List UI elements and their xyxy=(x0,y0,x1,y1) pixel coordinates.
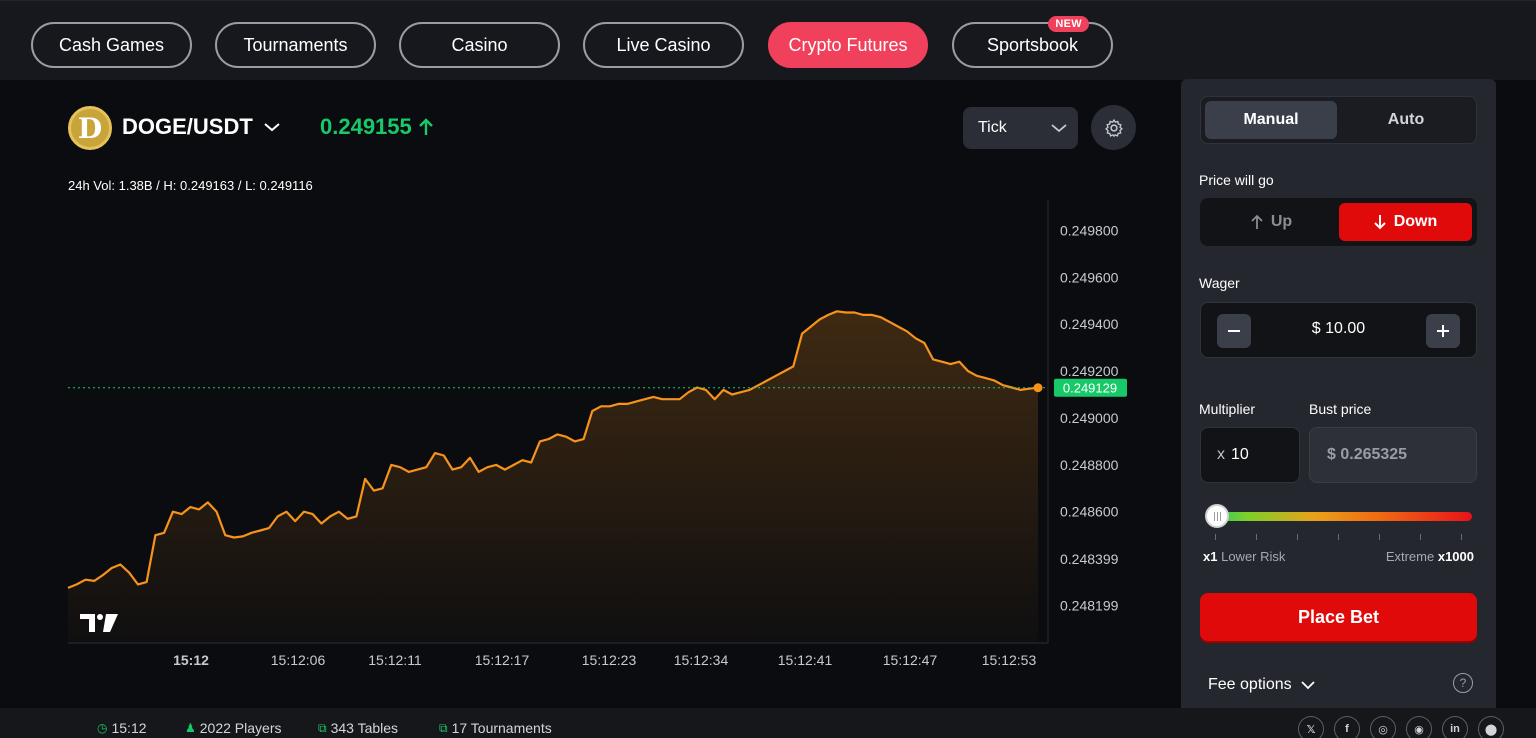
user-icon: ♟ xyxy=(185,721,196,735)
x-tick-label: 15:12:53 xyxy=(982,652,1037,668)
bust-price-label: Bust price xyxy=(1309,401,1372,417)
multiplier-label: Multiplier xyxy=(1199,401,1256,417)
up-label: Up xyxy=(1270,213,1293,230)
y-tick-label: 0.249400 xyxy=(1060,316,1119,332)
status-bar: ◷ 15:12 ♟ 2022 Players ⧉ 343 Tables ⧉ 17… xyxy=(0,708,1536,738)
footer-time-value: 15:12 xyxy=(111,720,147,736)
y-tick-label: 0.249800 xyxy=(1060,222,1119,238)
multiplier-slider-handle[interactable] xyxy=(1205,504,1229,528)
y-tick-label: 0.248800 xyxy=(1060,457,1119,473)
slider-tick xyxy=(1338,534,1339,540)
fee-options-toggle[interactable]: Fee options xyxy=(1208,676,1316,694)
risk-low-mult: x1 xyxy=(1203,549,1218,564)
slider-tick xyxy=(1379,534,1380,540)
price-area-fill xyxy=(68,311,1038,643)
linkedin-icon[interactable]: in xyxy=(1442,716,1468,738)
risk-low-label: Lower Risk xyxy=(1221,549,1286,564)
slider-tick xyxy=(1461,534,1462,540)
x-tick-label: 15:12:34 xyxy=(674,652,729,668)
footer-players-value: 2022 Players xyxy=(199,720,282,736)
direction-label: Price will go xyxy=(1199,172,1274,188)
multiplier-prefix: x xyxy=(1217,446,1225,463)
trophy-icon: ⧉ xyxy=(439,720,448,735)
minus-icon xyxy=(1228,330,1240,332)
wager-increase-button[interactable] xyxy=(1426,314,1460,348)
footer-tables-value: 343 Tables xyxy=(330,720,399,736)
x-tick-label: 15:12:47 xyxy=(883,652,938,668)
price-chart[interactable]: 0.249129 0.249800 0.249600 0.249400 0.249200… xyxy=(0,0,1180,708)
x-social-icon[interactable]: 𝕏 xyxy=(1298,716,1324,738)
y-tick-label: 0.249200 xyxy=(1060,363,1119,379)
slider-tick xyxy=(1420,534,1421,540)
discord-icon[interactable]: ◉ xyxy=(1406,716,1432,738)
x-tick-label: 15:12:06 xyxy=(271,652,326,668)
risk-high: Extreme x1000 xyxy=(1386,549,1474,564)
risk-high-mult: x1000 xyxy=(1437,549,1474,564)
y-tick-label: 0.248600 xyxy=(1060,504,1119,520)
wager-label: Wager xyxy=(1199,275,1240,291)
multiplier-input[interactable]: x 10 xyxy=(1200,427,1300,483)
chevron-down-icon xyxy=(1300,681,1315,690)
current-price-tag-label: 0.249129 xyxy=(1063,381,1117,396)
wager-input[interactable]: $ 10.00 xyxy=(1200,302,1477,358)
wager-decrease-button[interactable] xyxy=(1217,314,1251,348)
mode-auto-button[interactable]: Auto xyxy=(1340,101,1472,139)
x-tick-label: 15:12:41 xyxy=(778,652,833,668)
y-tick-label: 0.249600 xyxy=(1060,269,1119,285)
footer-time: ◷ 15:12 xyxy=(97,720,147,736)
mode-manual-button[interactable]: Manual xyxy=(1205,101,1337,139)
mode-toggle: Manual Auto xyxy=(1200,96,1477,144)
direction-toggle: Up Down xyxy=(1200,198,1477,246)
risk-low: x1 Lower Risk xyxy=(1203,549,1285,564)
arrow-up-icon xyxy=(1251,214,1263,229)
risk-high-label: Extreme xyxy=(1385,549,1435,564)
clock-icon: ◷ xyxy=(97,721,108,735)
reddit-icon[interactable]: ⬤ xyxy=(1478,716,1504,738)
x-tick-label: 15:12:17 xyxy=(475,652,530,668)
bust-price-field: $ 0.265325 xyxy=(1309,427,1477,483)
footer-tables: ⧉ 343 Tables xyxy=(318,720,398,736)
facebook-icon[interactable]: f xyxy=(1334,716,1360,738)
multiplier-value: 10 xyxy=(1231,446,1249,463)
down-button[interactable]: Down xyxy=(1339,203,1472,241)
cards-icon: ⧉ xyxy=(318,720,327,735)
bet-panel: Manual Auto Price will go Up Down Wager … xyxy=(1181,79,1496,708)
place-bet-button[interactable]: Place Bet xyxy=(1200,593,1477,641)
plus-icon xyxy=(1437,325,1449,337)
footer-tournaments-value: 17 Tournaments xyxy=(451,720,552,736)
multiplier-slider-track[interactable] xyxy=(1207,512,1472,521)
footer-tournaments: ⧉ 17 Tournaments xyxy=(439,720,552,736)
y-tick-label: 0.248399 xyxy=(1060,551,1119,567)
slider-tick xyxy=(1297,534,1298,540)
current-price-dot xyxy=(1033,383,1043,393)
x-tick-label: 15:12 xyxy=(173,652,209,668)
slider-tick xyxy=(1215,534,1216,540)
slider-tick xyxy=(1256,534,1257,540)
wager-value: $ 10.00 xyxy=(1311,320,1366,337)
footer-players: ♟ 2022 Players xyxy=(185,720,281,736)
y-tick-label: 0.248199 xyxy=(1060,598,1119,614)
help-icon[interactable]: ? xyxy=(1453,673,1473,693)
instagram-icon[interactable]: ◎ xyxy=(1370,716,1396,738)
fee-options-label: Fee options xyxy=(1208,676,1292,693)
x-tick-label: 15:12:11 xyxy=(368,652,422,668)
down-label: Down xyxy=(1393,213,1438,230)
arrow-down-icon xyxy=(1374,215,1386,230)
y-tick-label: 0.249000 xyxy=(1060,410,1119,426)
up-button[interactable]: Up xyxy=(1205,203,1338,241)
x-tick-label: 15:12:23 xyxy=(582,652,637,668)
